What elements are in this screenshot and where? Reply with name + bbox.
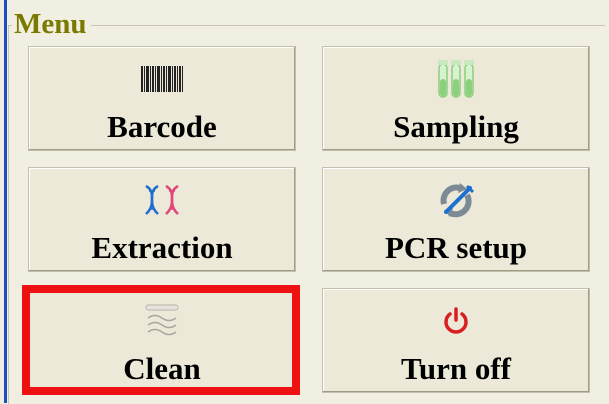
barcode-icon [140,61,184,97]
uv-lamp-icon [140,303,184,339]
test-tubes-icon [434,60,478,98]
barcode-button[interactable]: Barcode [28,46,296,151]
turn-off-label: Turn off [401,351,511,386]
power-icon [434,303,478,339]
barcode-label: Barcode [107,109,217,144]
pipette-cycle-icon [434,182,478,218]
turn-off-button[interactable]: Turn off [322,288,590,393]
pcr-setup-button[interactable]: PCR setup [322,167,590,272]
clean-label: Clean [123,351,201,386]
extraction-button[interactable]: Extraction [28,167,296,272]
dna-icon [140,182,184,218]
extraction-label: Extraction [91,230,233,265]
left-edge-bar [4,0,7,403]
clean-button[interactable]: Clean [28,288,296,393]
menu-title: Menu [12,6,91,42]
sampling-label: Sampling [393,109,519,144]
pcr-setup-label: PCR setup [384,230,528,265]
sampling-button[interactable]: Sampling [322,46,590,151]
